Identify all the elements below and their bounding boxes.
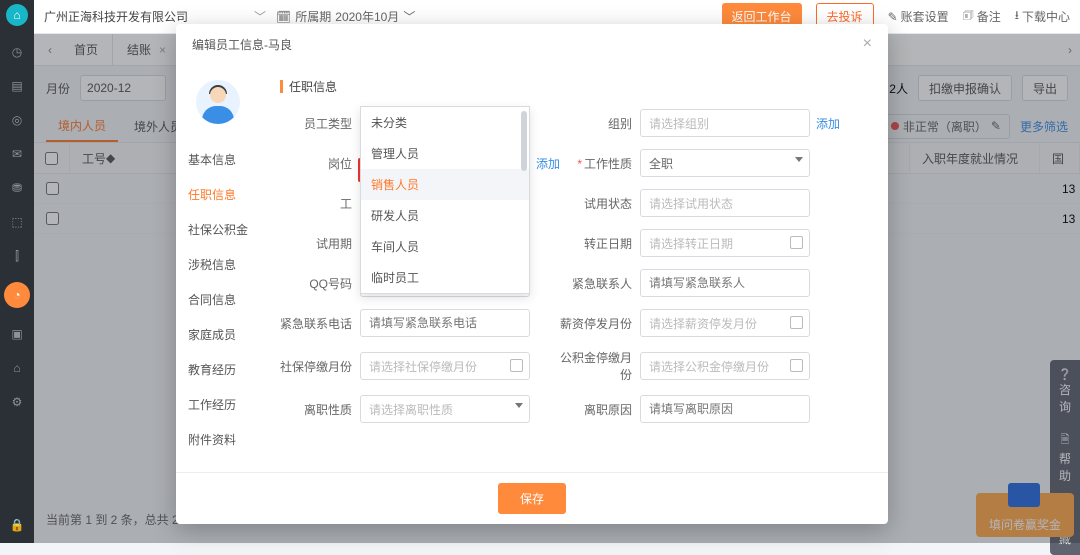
calendar-icon [790,316,803,329]
dropdown-option[interactable]: 未分类 [361,107,529,138]
period-selector[interactable]: 🗓 所属期 2020年10月 ﹀ [276,8,415,25]
sidenav-item-contract[interactable]: 合同信息 [188,282,276,317]
rail-icon-1[interactable]: ◷ [9,44,25,60]
note-link[interactable]: 🗊 备注 [963,6,1001,27]
label-social-stop: 社保停缴月份 [280,358,360,375]
modal-form: 任职信息 员工类型 销售人员× 组别 请选择组别 添加 岗位 添加 *工作性质 … [276,64,888,472]
period-value: 2020年10月 [335,8,399,25]
label-emp-type: 员工类型 [280,115,360,132]
modal-footer: 保存 [176,472,888,524]
fund-stop-input[interactable]: 请选择公积金停缴月份 [640,352,810,380]
work-nature-select[interactable]: 全职 [640,149,810,177]
calendar-icon: 🗓 [276,10,291,24]
calendar-icon [790,236,803,249]
rail-icon-8[interactable]: ▣ [9,326,25,342]
label-trial-status: 试用状态 [560,195,640,212]
label-reg-date: 转正日期 [560,235,640,252]
company-selector[interactable]: 广州正海科技开发有限公司 [44,8,244,25]
emp-type-dropdown: 未分类 管理人员 销售人员 研发人员 车间人员 临时员工 [360,106,530,294]
sidenav-item-tax[interactable]: 涉税信息 [188,247,276,282]
avatar [196,80,240,124]
rail-icon-lock[interactable]: 🔒 [9,517,25,533]
rail-icon-6[interactable]: ⬚ [9,214,25,230]
reg-date-input[interactable]: 请选择转正日期 [640,229,810,257]
period-label: 所属期 [295,8,331,25]
label-leave-reason: 离职原因 [560,401,640,418]
chevron-down-icon: ﹀ [403,8,415,25]
calendar-icon [790,359,803,372]
label-trial-period: 试用期 [280,235,360,252]
label-salary-stop: 薪资停发月份 [560,315,640,332]
chevron-down-icon: ﹀ [254,8,266,25]
calendar-icon [510,359,523,372]
leave-type-select[interactable]: 请选择离职性质 [360,395,530,423]
label-work-nature: *工作性质 [560,155,640,172]
left-rail: ⌂ ◷ ▤ ◎ ✉ ⛃ ⬚ ⫿ ◔ ▣ ⌂ ⚙ 🔒 [0,0,34,543]
modal-sidenav: 基本信息 任职信息 社保公积金 涉税信息 合同信息 家庭成员 教育经历 工作经历… [176,64,276,472]
emergency-contact-input[interactable] [640,269,810,297]
dropdown-option[interactable]: 研发人员 [361,200,529,231]
label-group: 组别 [560,115,640,132]
account-settings-link[interactable]: ✎ 账套设置 [888,8,949,25]
rail-icon-10[interactable]: ⚙ [9,394,25,410]
sidenav-item-social[interactable]: 社保公积金 [188,212,276,247]
trial-status-select[interactable]: 请选择试用状态 [640,189,810,217]
label-post: 岗位 [280,155,360,172]
chevron-down-icon [515,403,523,408]
sidenav-item-job[interactable]: 任职信息 [188,177,276,212]
close-icon[interactable]: × [863,35,872,53]
sidenav-item-basic[interactable]: 基本信息 [188,142,276,177]
group-add-link[interactable]: 添加 [810,115,840,132]
save-button[interactable]: 保存 [498,483,566,514]
dropdown-option-selected[interactable]: 销售人员 [361,169,529,200]
edit-employee-modal: 编辑员工信息-马良 × 基本信息 任职信息 社保公积金 涉税信息 合同信息 家庭… [176,24,888,524]
sidenav-item-edu[interactable]: 教育经历 [188,352,276,387]
sidenav-item-attach[interactable]: 附件资料 [188,422,276,457]
rail-icon-4[interactable]: ✉ [9,146,25,162]
dropdown-option[interactable]: 车间人员 [361,231,529,262]
download-link[interactable]: ⭳ 下载中心 [1015,6,1070,27]
label-qq: QQ号码 [280,275,360,292]
social-stop-input[interactable]: 请选择社保停缴月份 [360,352,530,380]
label-leave-type: 离职性质 [280,401,360,418]
rail-icon-9[interactable]: ⌂ [9,360,25,376]
label-work-num: 工 [280,195,360,212]
section-title: 任职信息 [280,78,868,95]
leave-reason-input[interactable] [640,395,810,423]
sidenav-item-work[interactable]: 工作经历 [188,387,276,422]
salary-stop-input[interactable]: 请选择薪资停发月份 [640,309,810,337]
label-fund-stop: 公积金停缴月份 [560,349,640,383]
modal-title: 编辑员工信息-马良 [192,36,292,53]
emergency-phone-input[interactable] [360,309,530,337]
label-emergency-contact: 紧急联系人 [560,275,640,292]
rail-icon-2[interactable]: ▤ [9,78,25,94]
rail-icon-active[interactable]: ◔ [4,282,30,308]
dropdown-scrollbar[interactable] [521,111,527,171]
modal-header: 编辑员工信息-马良 × [176,24,888,64]
rail-icon-3[interactable]: ◎ [9,112,25,128]
sidenav-item-family[interactable]: 家庭成员 [188,317,276,352]
dropdown-option[interactable]: 管理人员 [361,138,529,169]
group-select[interactable]: 请选择组别 [640,109,810,137]
home-icon[interactable]: ⌂ [6,4,28,26]
rail-icon-5[interactable]: ⛃ [9,180,25,196]
label-emergency-phone: 紧急联系电话 [280,315,360,332]
chevron-down-icon [795,157,803,162]
dropdown-option[interactable]: 临时员工 [361,262,529,293]
post-add-link[interactable]: 添加 [530,155,560,172]
rail-icon-7[interactable]: ⫿ [9,248,25,264]
